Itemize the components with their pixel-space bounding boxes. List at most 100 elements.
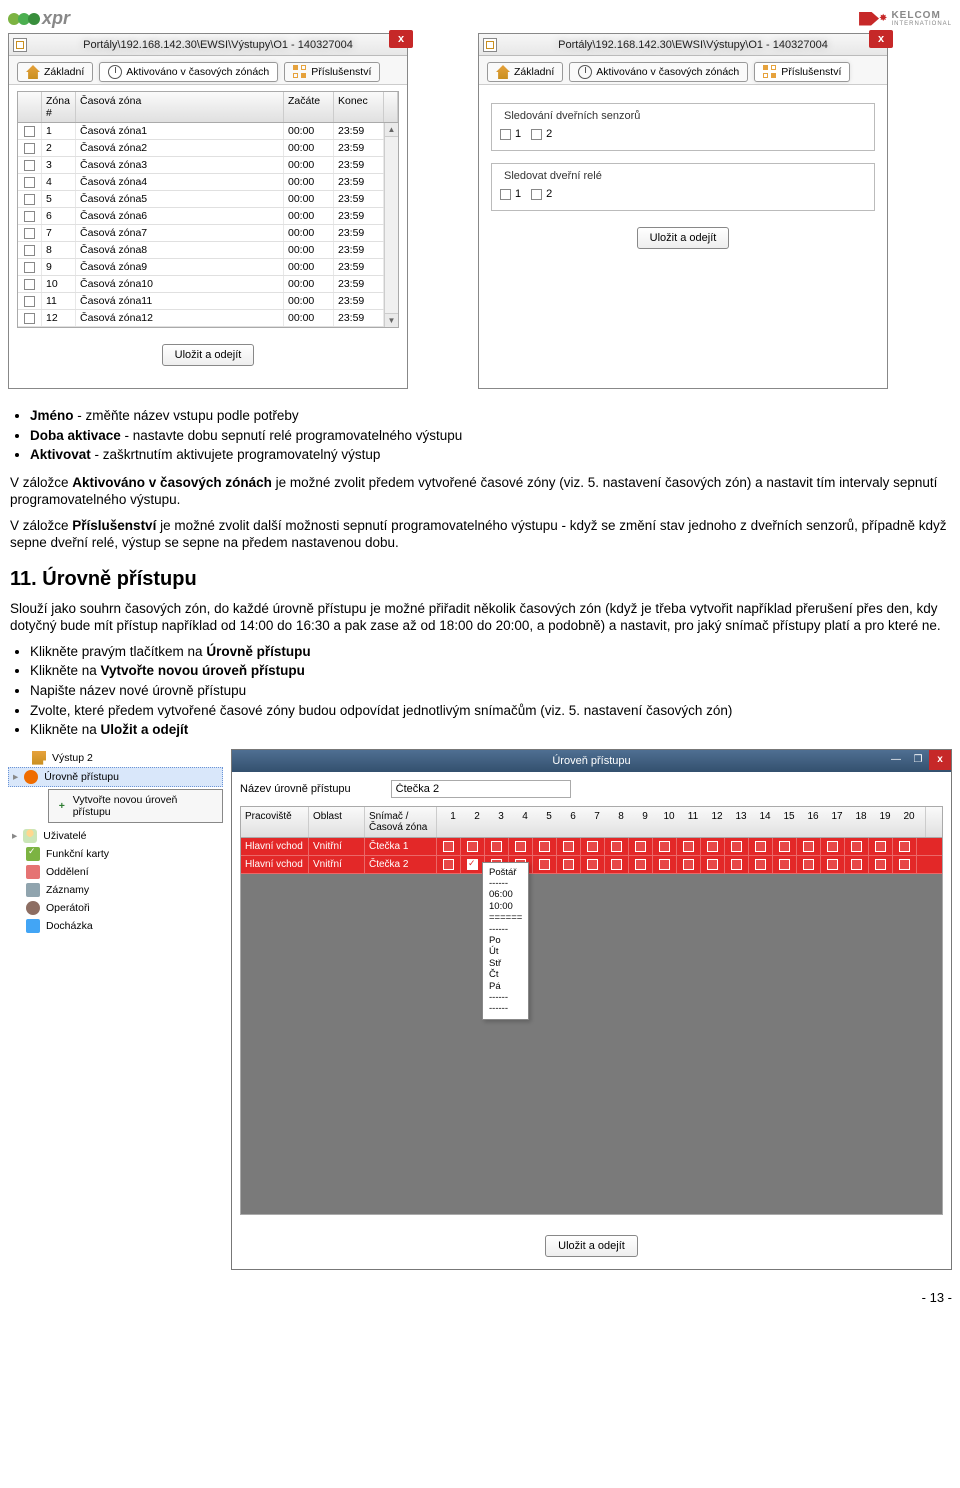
zone-checkbox-cell[interactable] [653,838,677,855]
zone-checkbox-cell[interactable] [893,838,917,855]
tree-fcards[interactable]: Funkční karty [8,845,223,863]
table-row[interactable]: 5Časová zóna500:0023:59 [18,191,398,208]
table-row[interactable]: 7Časová zóna700:0023:59 [18,225,398,242]
col-zone-number[interactable]: 18 [849,811,873,833]
zone-checkbox-cell[interactable] [653,856,677,873]
col-zone-number[interactable]: 8 [609,811,633,833]
tree-access-levels[interactable]: ▸ Úrovně přístupu [8,767,223,787]
zone-checkbox-cell[interactable] [581,856,605,873]
col-zone-number[interactable]: 15 [777,811,801,833]
col-zone-name[interactable]: Časová zóna [76,92,284,122]
zone-checkbox-cell[interactable] [749,838,773,855]
col-zone-number[interactable]: 13 [729,811,753,833]
zone-checkbox-cell[interactable] [629,838,653,855]
col-zone-number[interactable]: 12 [705,811,729,833]
zone-checkbox-cell[interactable] [533,856,557,873]
level-name-input[interactable] [391,780,571,798]
col-zone-number[interactable]: 19 [873,811,897,833]
zone-checkbox-cell[interactable] [869,838,893,855]
allocation-row[interactable]: Hlavní vchodVnitřníČtečka 2 [241,856,942,874]
col-zone-number[interactable]: 17 [825,811,849,833]
zone-checkbox-cell[interactable] [725,856,749,873]
col-zone-number[interactable]: 16 [801,811,825,833]
zone-checkbox-cell[interactable] [437,838,461,855]
zone-checkbox-cell[interactable] [749,856,773,873]
zone-checkbox-cell[interactable] [845,838,869,855]
col-zone-number[interactable]: 10 [657,811,681,833]
zone-checkbox-cell[interactable] [845,856,869,873]
tab-basic[interactable]: Základní [487,62,563,82]
col-zone-number[interactable]: 20 [897,811,921,833]
col-zone-number[interactable]: 5 [537,811,561,833]
allocation-row[interactable]: Hlavní vchodVnitřníČtečka 1 [241,838,942,856]
save-exit-button[interactable]: Uložit a odejít [162,344,255,366]
minimize-button[interactable]: — [885,750,907,770]
table-row[interactable]: 3Časová zóna300:0023:59 [18,157,398,174]
scroll-up-icon[interactable]: ▲ [385,123,398,137]
zone-checkbox-cell[interactable] [629,856,653,873]
close-button[interactable]: x [389,30,413,48]
zone-checkbox-cell[interactable] [509,838,533,855]
zone-checkbox-cell[interactable] [461,838,485,855]
titlebar[interactable]: Portály\192.168.142.30\EWSI\Výstupy\O1 -… [9,34,407,56]
tree-operators[interactable]: Operátoři [8,899,223,917]
relay-2-check[interactable]: 2 [531,188,552,200]
row-checkbox[interactable] [24,126,35,137]
col-zone-number[interactable]: 1 [441,811,465,833]
titlebar[interactable]: Úroveň přístupu — ❐ x [232,750,951,772]
row-checkbox[interactable] [24,296,35,307]
zone-checkbox-cell[interactable] [773,856,797,873]
row-checkbox[interactable] [24,160,35,171]
context-menu-create-level[interactable]: + Vytvořte novou úroveň přístupu [48,789,223,823]
tab-accessories[interactable]: Příslušenství [284,62,380,82]
zone-checkbox-cell[interactable] [605,838,629,855]
zone-checkbox-cell[interactable] [701,856,725,873]
tree-attendance[interactable]: Docházka [8,917,223,935]
row-checkbox[interactable] [24,279,35,290]
col-zone-number[interactable]: 6 [561,811,585,833]
table-row[interactable]: 12Časová zóna1200:0023:59 [18,310,398,327]
col-zone-number[interactable]: 2 [465,811,489,833]
table-row[interactable]: 2Časová zóna200:0023:59 [18,140,398,157]
zone-checkbox-cell[interactable] [821,838,845,855]
table-row[interactable]: 9Časová zóna900:0023:59 [18,259,398,276]
zone-checkbox-cell[interactable] [485,838,509,855]
close-button[interactable]: x [929,750,951,770]
row-checkbox[interactable] [24,313,35,324]
zone-checkbox-cell[interactable] [437,856,461,873]
zone-checkbox-cell[interactable] [677,856,701,873]
col-start[interactable]: Začáte [284,92,334,122]
row-checkbox[interactable] [24,262,35,273]
scroll-down-icon[interactable]: ▼ [385,313,398,327]
save-exit-button[interactable]: Uložit a odejít [637,227,730,249]
row-checkbox[interactable] [24,143,35,154]
zone-checkbox-cell[interactable] [605,856,629,873]
col-area[interactable]: Oblast [309,807,365,837]
row-checkbox[interactable] [24,194,35,205]
table-row[interactable]: 10Časová zóna1000:0023:59 [18,276,398,293]
row-checkbox[interactable] [24,177,35,188]
zone-checkbox-cell[interactable] [677,838,701,855]
tree-output2[interactable]: Výstup 2 [28,749,223,767]
titlebar[interactable]: Portály\192.168.142.30\EWSI\Výstupy\O1 -… [479,34,887,56]
scrollbar[interactable]: ▲ ▼ [384,123,398,327]
zone-checkbox-cell[interactable] [557,856,581,873]
tab-timezones[interactable]: Aktivováno v časových zónách [99,62,278,82]
tab-accessories[interactable]: Příslušenství [754,62,850,82]
table-row[interactable]: 8Časová zóna800:0023:59 [18,242,398,259]
sensor-2-check[interactable]: 2 [531,128,552,140]
save-exit-button[interactable]: Uložit a odejít [545,1235,638,1257]
col-zone-number[interactable]: 11 [681,811,705,833]
row-checkbox[interactable] [24,211,35,222]
tab-timezones[interactable]: Aktivováno v časových zónách [569,62,748,82]
zone-checkbox-cell[interactable] [725,838,749,855]
zone-checkbox-cell[interactable] [701,838,725,855]
table-row[interactable]: 1Časová zóna100:0023:59 [18,123,398,140]
row-checkbox[interactable] [24,228,35,239]
tab-basic[interactable]: Základní [17,62,93,82]
zone-checkbox-cell[interactable] [821,856,845,873]
sensor-1-check[interactable]: 1 [500,128,521,140]
relay-1-check[interactable]: 1 [500,188,521,200]
table-row[interactable]: 4Časová zóna400:0023:59 [18,174,398,191]
col-zone-number[interactable]: 3 [489,811,513,833]
